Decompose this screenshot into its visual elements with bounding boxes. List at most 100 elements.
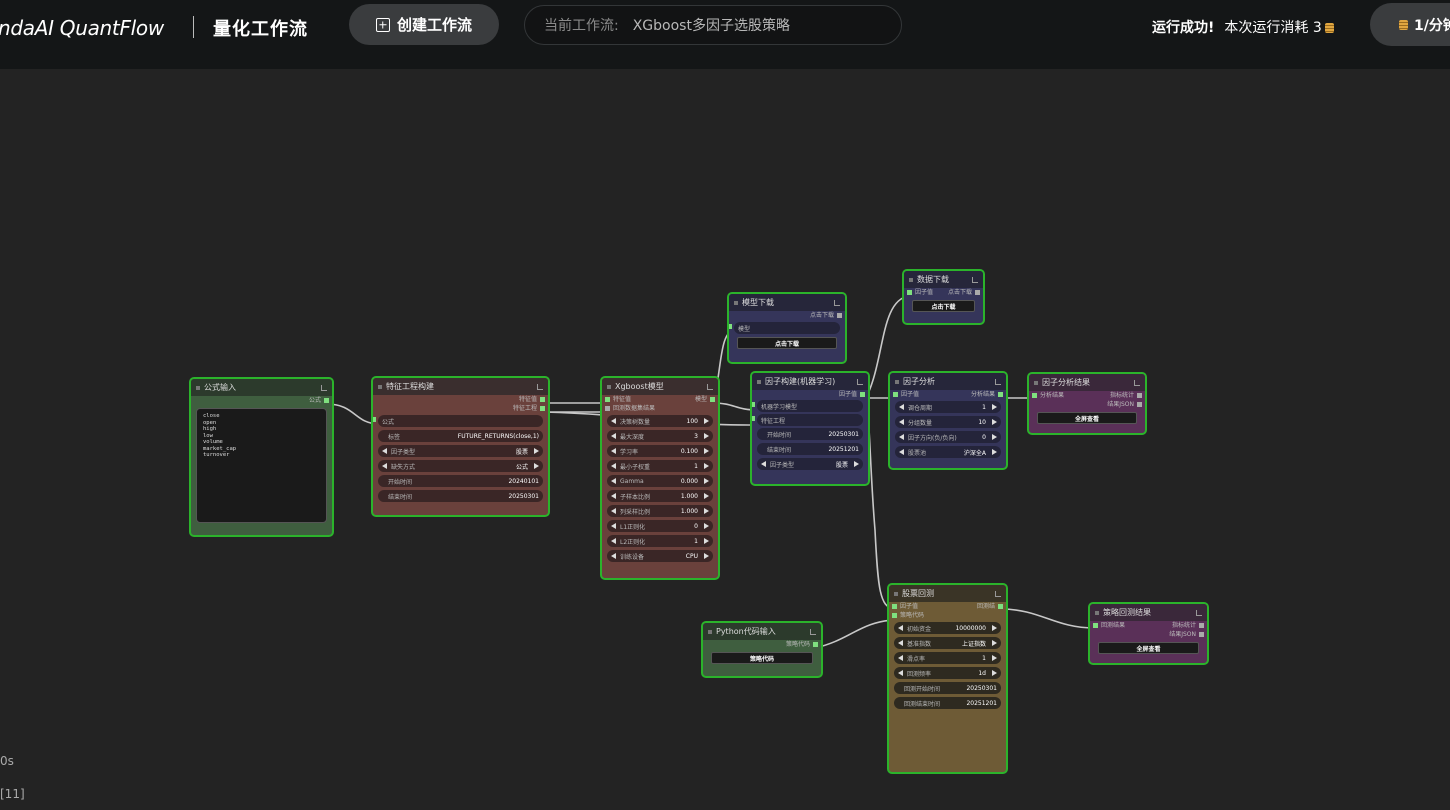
arrow-right-icon[interactable] — [534, 463, 539, 469]
arrow-right-icon[interactable] — [854, 461, 859, 467]
widget-end-date[interactable]: 结束时间 20251201 — [757, 443, 863, 455]
input-ml-model[interactable]: 机器学习模型 — [752, 400, 863, 412]
input-port[interactable] — [1093, 623, 1098, 628]
arrow-left-icon[interactable] — [898, 670, 903, 676]
expand-icon[interactable] — [810, 628, 816, 635]
widget-min-child-weight[interactable]: 最小子权重 1 — [607, 460, 713, 472]
widget-rebalance-period[interactable]: 调仓周期 1 — [895, 401, 1001, 413]
widget-initial-capital[interactable]: 初始资金 10000000 — [894, 622, 1001, 634]
expand-icon[interactable] — [834, 299, 840, 306]
arrow-left-icon[interactable] — [382, 463, 387, 469]
input-port[interactable] — [373, 417, 376, 422]
arrow-left-icon[interactable] — [899, 404, 904, 410]
arrow-left-icon[interactable] — [761, 461, 766, 467]
expand-icon[interactable] — [1196, 609, 1202, 616]
expand-icon[interactable] — [537, 383, 543, 390]
widget-slippage[interactable]: 滑点率 1 — [894, 652, 1001, 664]
output-port[interactable] — [975, 290, 980, 295]
expand-icon[interactable] — [995, 590, 1001, 597]
output-port[interactable] — [998, 604, 1003, 609]
arrow-right-icon[interactable] — [704, 478, 709, 484]
arrow-left-icon[interactable] — [899, 434, 904, 440]
input-feature-engineering[interactable]: 特征工程 — [752, 414, 863, 426]
widget-factor-type[interactable]: 因子类型 股票 — [378, 445, 543, 457]
arrow-left-icon[interactable] — [611, 418, 616, 424]
widget-label[interactable]: 标签 FUTURE_RETURNS(close,1) — [378, 430, 543, 442]
widget-l2[interactable]: L2正则化 1 — [607, 535, 713, 547]
widget-factor-type[interactable]: 因子类型 股票 — [757, 458, 863, 470]
arrow-left-icon[interactable] — [898, 625, 903, 631]
input-port[interactable] — [729, 324, 732, 329]
input-port[interactable] — [752, 416, 755, 421]
download-model-button[interactable]: 点击下载 — [737, 337, 837, 349]
input-port[interactable] — [893, 392, 898, 397]
expand-icon[interactable] — [857, 378, 863, 385]
expand-icon[interactable] — [1134, 379, 1140, 386]
arrow-right-icon[interactable] — [992, 449, 997, 455]
arrow-left-icon[interactable] — [611, 448, 616, 454]
node-factor-analysis[interactable]: 因子分析 因子值 分析结果 调仓周期 1 分组数量 10 因子方向(负/负向) 0 股票… — [888, 371, 1008, 470]
download-data-button[interactable]: 点击下载 — [912, 300, 975, 312]
arrow-left-icon[interactable] — [611, 493, 616, 499]
output-port[interactable] — [998, 392, 1003, 397]
fullscreen-view-button[interactable]: 全屏查看 — [1098, 642, 1199, 654]
node-factor-build-ml[interactable]: 因子构建(机器学习) 因子值 机器学习模型 特征工程 开始时间 20250301 … — [750, 371, 870, 486]
output-port[interactable] — [860, 392, 865, 397]
widget-subsample[interactable]: 子样本比例 1.000 — [607, 490, 713, 502]
input-port[interactable] — [605, 397, 610, 402]
arrow-right-icon[interactable] — [992, 625, 997, 631]
node-factor-analysis-result[interactable]: 因子分析结果 分析结果 指标统计 结果JSON 全屏查看 — [1027, 372, 1147, 435]
widget-factor-direction[interactable]: 因子方向(负/负向) 0 — [895, 431, 1001, 443]
widget-backtest-start[interactable]: 回测开始时间 20250301 — [894, 682, 1001, 694]
widget-end-date[interactable]: 结束时间 20250301 — [378, 490, 543, 502]
node-data-download[interactable]: 数据下载 因子值 点击下载 点击下载 — [902, 269, 985, 325]
rate-limit-button[interactable]: 1/分钟 — [1370, 3, 1450, 46]
node-formula-input[interactable]: 公式输入 公式 close open high low volume marke… — [189, 377, 334, 537]
input-port[interactable] — [1032, 393, 1037, 398]
widget-group-count[interactable]: 分组数量 10 — [895, 416, 1001, 428]
widget-l1[interactable]: L1正则化 0 — [607, 520, 713, 532]
output-port[interactable] — [1199, 623, 1204, 628]
arrow-left-icon[interactable] — [611, 523, 616, 529]
expand-icon[interactable] — [995, 378, 1001, 385]
widget-start-date[interactable]: 开始时间 20240101 — [378, 475, 543, 487]
input-model[interactable]: 模型 — [729, 322, 840, 334]
arrow-right-icon[interactable] — [534, 448, 539, 454]
arrow-right-icon[interactable] — [992, 434, 997, 440]
arrow-left-icon[interactable] — [899, 449, 904, 455]
widget-backtest-end[interactable]: 回测结束时间 20251201 — [894, 697, 1001, 709]
output-port[interactable] — [1137, 402, 1142, 407]
input-port[interactable] — [892, 604, 897, 609]
arrow-left-icon[interactable] — [611, 553, 616, 559]
arrow-left-icon[interactable] — [611, 508, 616, 514]
arrow-right-icon[interactable] — [704, 433, 709, 439]
arrow-right-icon[interactable] — [704, 418, 709, 424]
input-port[interactable] — [907, 290, 912, 295]
node-python-code-input[interactable]: Python代码输入 策略代码 策略代码 — [701, 621, 823, 678]
input-port[interactable] — [892, 613, 897, 618]
arrow-right-icon[interactable] — [704, 553, 709, 559]
arrow-right-icon[interactable] — [704, 448, 709, 454]
output-port[interactable] — [540, 397, 545, 402]
widget-missing-mode[interactable]: 缺失方式 公式 — [378, 460, 543, 472]
node-strategy-backtest-result[interactable]: 策略回测结果 回测结果 指标统计 结果JSON 全屏查看 — [1088, 602, 1209, 665]
arrow-left-icon[interactable] — [898, 655, 903, 661]
widget-device[interactable]: 训练设备 CPU — [607, 550, 713, 562]
arrow-right-icon[interactable] — [992, 655, 997, 661]
expand-icon[interactable] — [972, 276, 978, 283]
input-formula[interactable]: 公式 — [373, 415, 543, 427]
input-port[interactable] — [605, 406, 610, 411]
arrow-left-icon[interactable] — [382, 448, 387, 454]
arrow-right-icon[interactable] — [992, 670, 997, 676]
arrow-right-icon[interactable] — [704, 463, 709, 469]
output-port[interactable] — [1199, 632, 1204, 637]
expand-icon[interactable] — [707, 383, 713, 390]
create-workflow-button[interactable]: 创建工作流 — [349, 4, 499, 45]
output-port[interactable] — [710, 397, 715, 402]
input-port[interactable] — [752, 402, 755, 407]
node-model-download[interactable]: 模型下载 点击下载 模型 点击下载 — [727, 292, 847, 364]
node-stock-backtest[interactable]: 股票回测 因子值 回测结 策略代码 初始资金 10000000 基准指数 上证指数 滑… — [887, 583, 1008, 774]
output-port[interactable] — [324, 398, 329, 403]
formula-code-textarea[interactable]: close open high low volume market_cap tu… — [196, 408, 327, 523]
output-port[interactable] — [1137, 393, 1142, 398]
